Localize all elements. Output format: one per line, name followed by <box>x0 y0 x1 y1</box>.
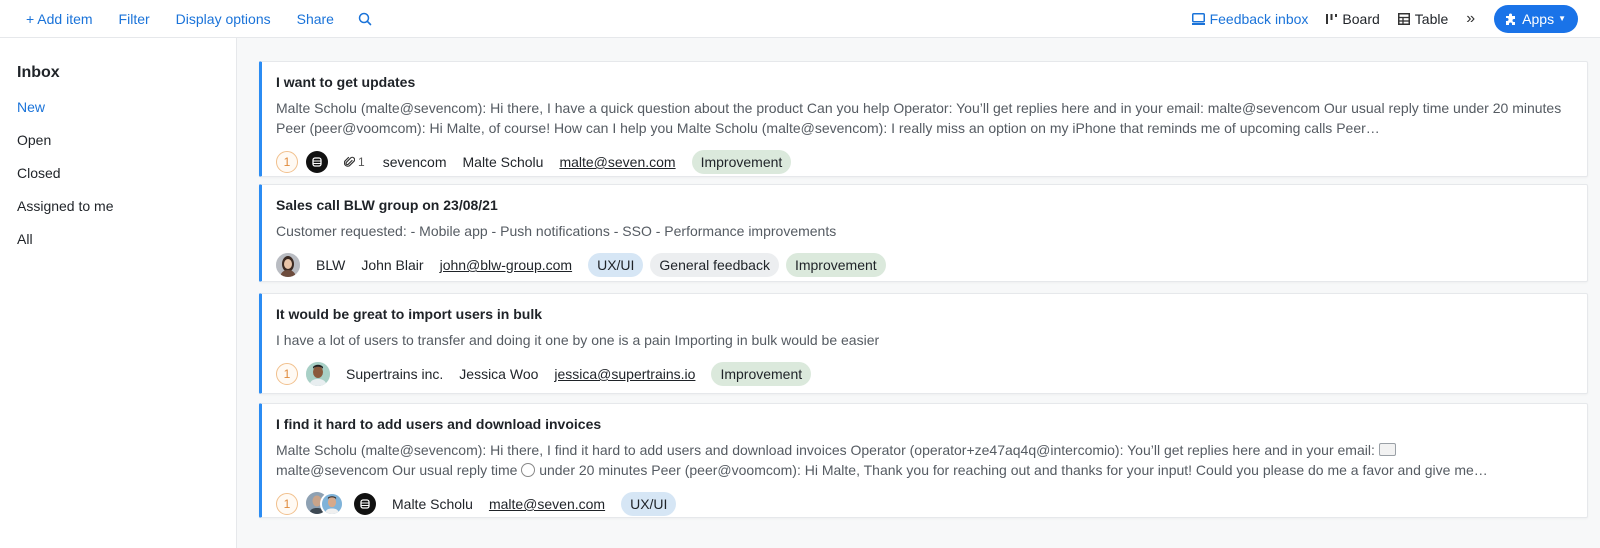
card-meta: 1 1 sevencom Malte Scholu malte@seven.co… <box>276 149 1573 175</box>
company-name: sevencom <box>382 154 447 170</box>
sidebar-title: Inbox <box>17 64 60 81</box>
more-views-icon[interactable]: » <box>1466 10 1475 28</box>
sidebar-item-closed[interactable]: Closed <box>0 164 236 197</box>
person-name: Jessica Woo <box>459 366 539 382</box>
sidebar-item-open[interactable]: Open <box>0 131 236 164</box>
avatar <box>306 362 330 386</box>
board-view-button[interactable]: Board <box>1326 10 1380 27</box>
card-meta: BLW John Blair john@blw-group.com UX/UI … <box>276 252 1573 278</box>
card-body: I have a lot of users to transfer and do… <box>276 332 880 348</box>
sidebar-item-assigned-to-me[interactable]: Assigned to me <box>0 197 236 230</box>
feedback-card[interactable]: I want to get updates Malte Scholu (malt… <box>259 61 1588 177</box>
card-title: I want to get updates <box>276 74 416 90</box>
card-title: I find it hard to add users and download… <box>276 416 602 432</box>
tag-ux-ui[interactable]: UX/UI <box>621 492 677 516</box>
board-label: Board <box>1342 10 1380 27</box>
card-body-part: Malte Scholu (malte@sevencom): Hi there,… <box>276 442 1375 458</box>
person-email[interactable]: john@blw-group.com <box>440 257 573 273</box>
sidebar-item-new[interactable]: New <box>0 98 236 131</box>
company-name: Supertrains inc. <box>346 366 444 382</box>
vote-count-badge[interactable]: 1 <box>276 363 298 385</box>
person-name: Malte Scholu <box>462 154 544 170</box>
share-button[interactable]: Share <box>297 11 334 27</box>
tag-improvement[interactable]: Improvement <box>691 150 792 174</box>
attachment-count[interactable]: 1 <box>344 155 365 169</box>
inbox-icon <box>1191 12 1205 25</box>
tag-general-feedback[interactable]: General feedback <box>650 253 779 277</box>
filter-button[interactable]: Filter <box>119 11 150 27</box>
tag-improvement[interactable]: Improvement <box>785 253 886 277</box>
card-title: It would be great to import users in bul… <box>276 306 543 322</box>
top-toolbar: + Add item Filter Display options Share … <box>0 0 1600 38</box>
sidebar-item-all[interactable]: All <box>0 230 236 263</box>
attachment-count-label: 1 <box>358 155 365 169</box>
sidebar: Inbox New Open Closed Assigned to me All <box>0 38 237 548</box>
person-email[interactable]: malte@seven.com <box>559 154 675 170</box>
person-email[interactable]: malte@seven.com <box>489 496 605 512</box>
display-options-button[interactable]: Display options <box>176 11 271 27</box>
feedback-card[interactable]: I find it hard to add users and download… <box>259 403 1588 518</box>
feedback-inbox-button[interactable]: Feedback inbox <box>1191 10 1309 27</box>
table-icon <box>1397 12 1410 25</box>
avatar <box>276 253 300 277</box>
add-item-button[interactable]: + Add item <box>26 11 93 27</box>
company-logo-icon <box>354 493 376 515</box>
tag-ux-ui[interactable]: UX/UI <box>588 253 644 277</box>
card-body-part: malte@sevencom Our usual reply time <box>276 462 518 478</box>
feedback-card[interactable]: Sales call BLW group on 23/08/21 Custome… <box>259 184 1588 282</box>
paperclip-icon <box>344 156 355 167</box>
table-view-button[interactable]: Table <box>1397 10 1449 27</box>
envelope-icon <box>1378 443 1396 456</box>
card-title: Sales call BLW group on 23/08/21 <box>276 197 498 213</box>
avatar <box>320 492 344 516</box>
apps-label: Apps <box>1522 10 1555 27</box>
feedback-card[interactable]: It would be great to import users in bul… <box>259 293 1588 394</box>
card-body: Malte Scholu (malte@sevencom): Hi there,… <box>276 100 1562 136</box>
table-label: Table <box>1414 10 1449 27</box>
person-name: John Blair <box>361 257 424 273</box>
person-name: Malte Scholu <box>392 496 473 512</box>
person-email[interactable]: jessica@supertrains.io <box>554 366 695 382</box>
company-logo-icon <box>306 151 328 173</box>
chevron-down-icon: ▼ <box>1558 14 1566 23</box>
vote-count-badge[interactable]: 1 <box>276 151 298 173</box>
avatar-group <box>306 492 344 516</box>
puzzle-icon <box>1506 13 1516 25</box>
clock-icon <box>521 463 536 477</box>
company-name: BLW <box>316 257 346 273</box>
apps-button[interactable]: Apps ▼ <box>1494 4 1578 33</box>
card-body: Malte Scholu (malte@sevencom): Hi there,… <box>276 440 1573 480</box>
card-meta: 1 Supertrains inc. Jessica Woo jessica@s… <box>276 361 1573 387</box>
card-body: Customer requested: - Mobile app - Push … <box>276 223 837 239</box>
feedback-inbox-label: Feedback inbox <box>1209 10 1309 27</box>
vote-count-badge[interactable]: 1 <box>276 493 298 515</box>
feedback-list: I want to get updates Malte Scholu (malt… <box>237 38 1600 548</box>
card-meta: 1 Malte Scholu malte@seven.com UX/UI <box>276 491 1573 517</box>
board-icon <box>1326 13 1338 24</box>
toolbar-right: Feedback inbox Board Table » Apps ▼ <box>1174 4 1600 33</box>
toolbar-left: + Add item Filter Display options Share <box>0 11 374 27</box>
card-body-part: under 20 minutes Peer (peer@voomcom): Hi… <box>539 462 1488 478</box>
tag-improvement[interactable]: Improvement <box>711 362 812 386</box>
search-icon[interactable] <box>358 11 374 27</box>
